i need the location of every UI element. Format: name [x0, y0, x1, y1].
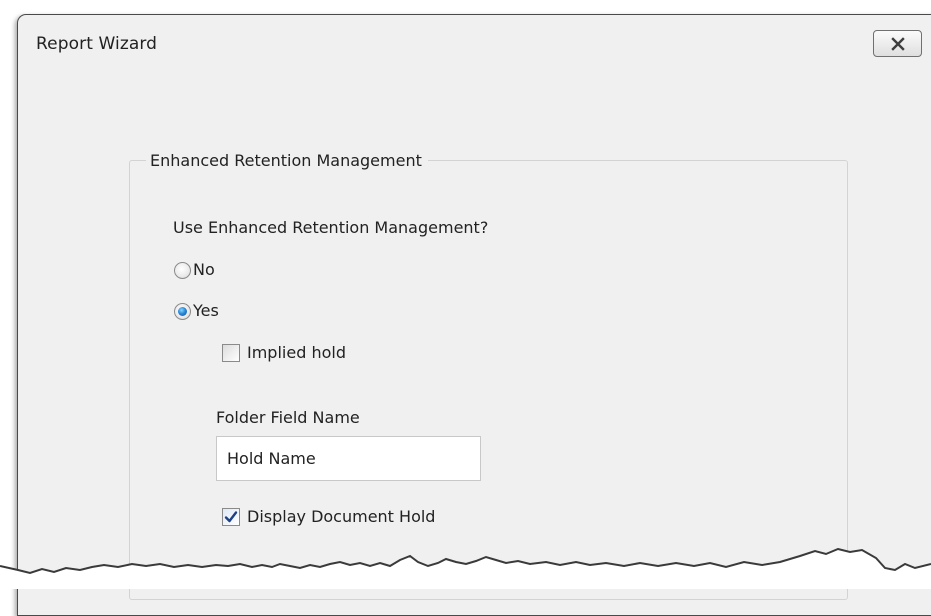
checkmark-icon — [224, 511, 238, 523]
torn-edge-decoration — [0, 548, 931, 589]
radio-yes[interactable] — [174, 303, 191, 320]
folder-field-input[interactable] — [216, 436, 481, 481]
close-button[interactable] — [873, 30, 922, 57]
radio-no-label[interactable]: No — [193, 260, 215, 279]
radio-yes-label[interactable]: Yes — [193, 301, 219, 320]
radio-no[interactable] — [174, 262, 191, 279]
folder-field-label: Folder Field Name — [216, 408, 360, 427]
group-legend: Enhanced Retention Management — [146, 151, 428, 170]
radio-selected-dot — [178, 307, 187, 316]
display-hold-label[interactable]: Display Document Hold — [247, 507, 435, 526]
implied-hold-checkbox[interactable] — [222, 344, 240, 362]
close-icon — [890, 36, 905, 51]
window-title: Report Wizard — [36, 34, 158, 54]
display-hold-checkbox[interactable] — [222, 508, 240, 526]
question-label: Use Enhanced Retention Management? — [173, 218, 489, 237]
implied-hold-label[interactable]: Implied hold — [247, 343, 346, 362]
